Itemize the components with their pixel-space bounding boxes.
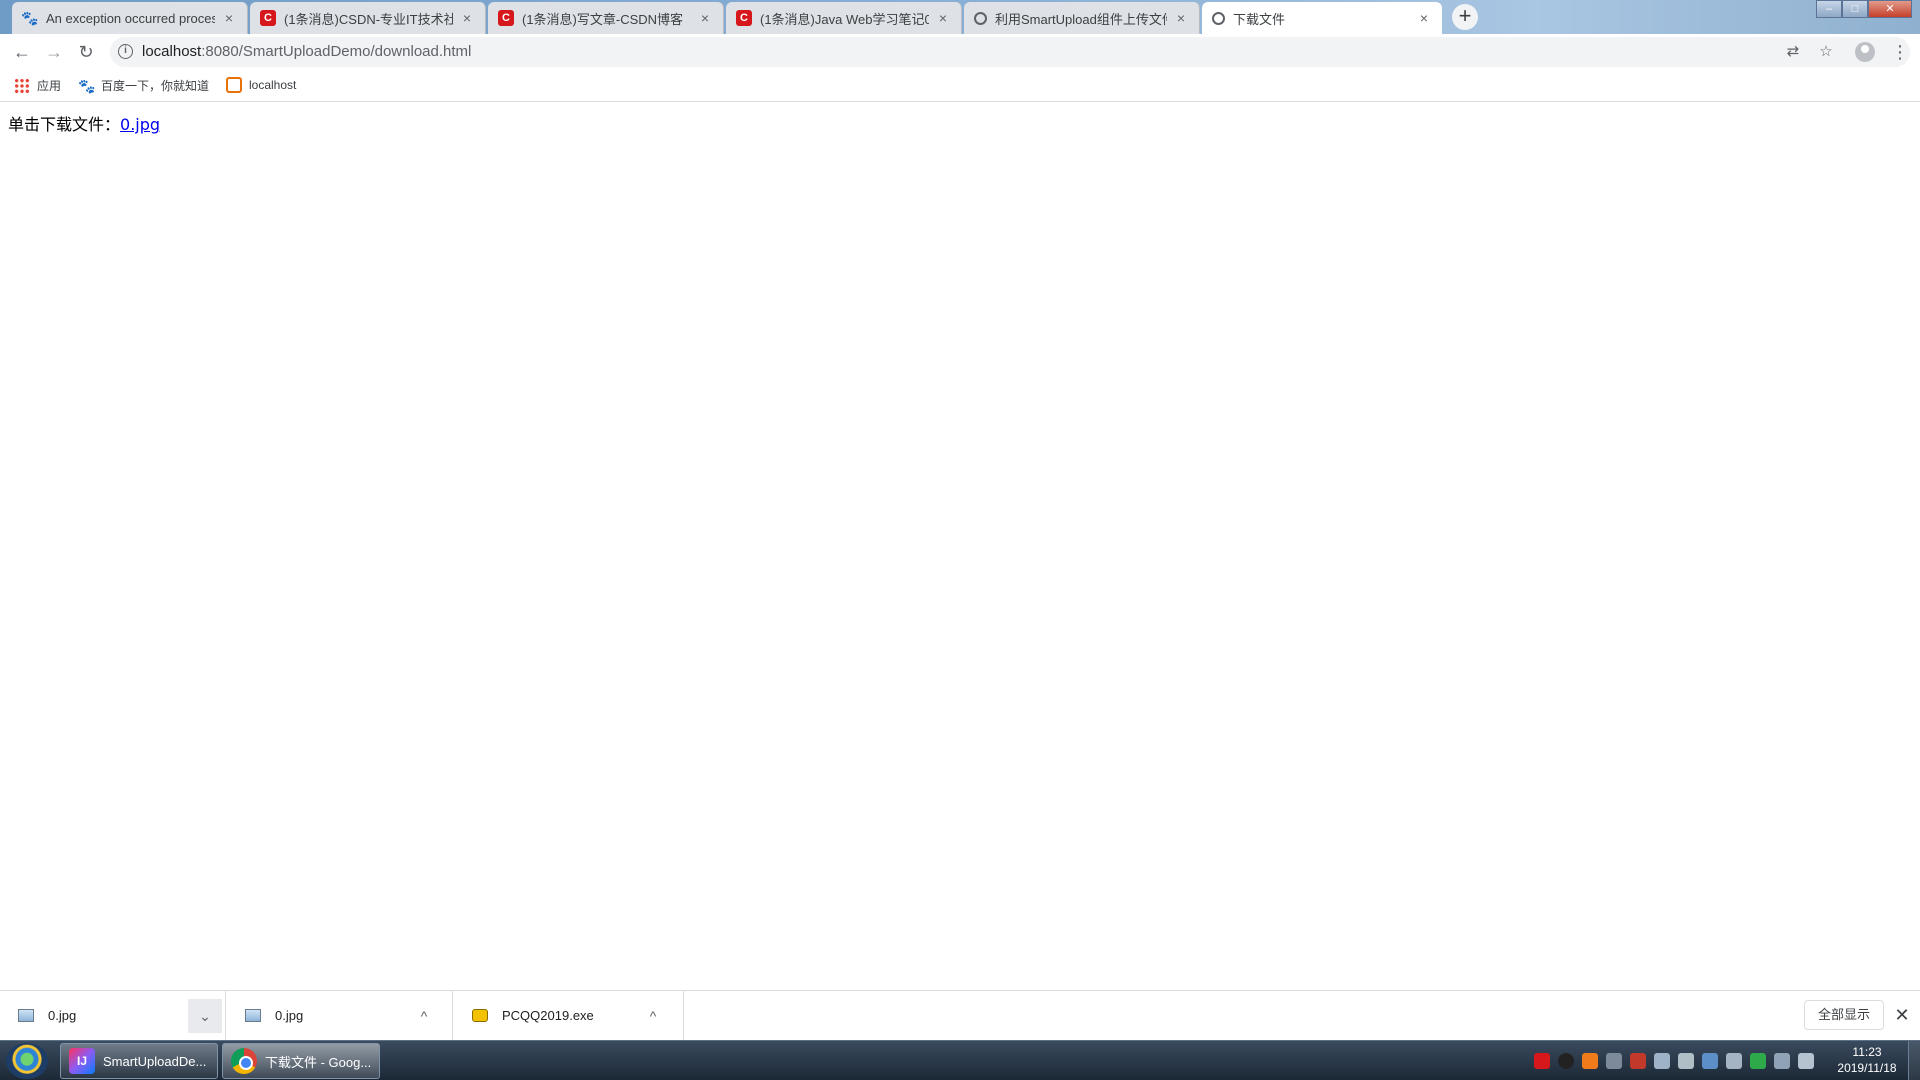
close-icon[interactable]: ×: [1173, 10, 1189, 26]
clock-date: 2019/11/18: [1837, 1061, 1897, 1075]
image-file-icon: [245, 1009, 261, 1022]
bookmark-baidu[interactable]: 🐾 百度一下，你就知道: [78, 77, 209, 94]
network-icon[interactable]: [1774, 1053, 1790, 1069]
tab-title: (1条消息)CSDN-专业IT技术社区: [284, 11, 453, 27]
close-icon[interactable]: ×: [459, 10, 475, 26]
tab-csdn-home[interactable]: C (1条消息)CSDN-专业IT技术社区 ×: [250, 2, 486, 34]
intellij-icon: IJ: [69, 1048, 95, 1074]
qq-tray-icon[interactable]: [1558, 1053, 1574, 1069]
globe-icon: [974, 11, 987, 25]
chevron-up-icon[interactable]: ^: [407, 999, 441, 1033]
show-all-button[interactable]: 全部显示: [1804, 1000, 1884, 1030]
security-tray-icon[interactable]: [1630, 1053, 1646, 1069]
clock-time: 11:23: [1852, 1045, 1882, 1059]
download-shelf: 0.jpg ⌄ 0.jpg ^ PCQQ2019.exe ^ 全部显示 ✕: [0, 990, 1920, 1041]
bookmark-label: localhost: [249, 78, 297, 92]
start-button[interactable]: [6, 1043, 48, 1079]
csdn-icon: C: [498, 10, 514, 26]
download-name: 0.jpg: [275, 1008, 304, 1023]
taskbar-label: SmartUploadDe...: [103, 1053, 207, 1069]
download-link[interactable]: 0.jpg: [120, 115, 160, 134]
profile-avatar-icon[interactable]: [1855, 42, 1875, 62]
forward-button[interactable]: →: [40, 38, 68, 66]
image-file-icon: [18, 1009, 34, 1022]
minimize-button[interactable]: –: [1816, 0, 1842, 18]
chrome-icon: [231, 1048, 257, 1074]
keyboard-tray-icon[interactable]: [1726, 1053, 1742, 1069]
tab-strip: 🐾 An exception occurred proces × C (1条消息…: [0, 0, 1920, 34]
taskbar: IJ SmartUploadDe... 下载文件 - Goog... 11:23…: [0, 1040, 1920, 1080]
tab-title: 下载文件: [1233, 11, 1286, 27]
bookmark-star-icon[interactable]: ☆: [1816, 42, 1836, 62]
tab-title: (1条消息)写文章-CSDN博客: [522, 11, 684, 27]
download-item[interactable]: 0.jpg ^: [227, 991, 453, 1041]
clock[interactable]: 11:23 2019/11/18: [1828, 1044, 1906, 1076]
csdn-icon: C: [736, 10, 752, 26]
bookmark-label: 百度一下，你就知道: [101, 79, 210, 93]
download-item[interactable]: 0.jpg ⌄: [0, 991, 226, 1041]
taskbar-label: 下载文件 - Goog...: [265, 1054, 372, 1070]
apps-grid-icon: [14, 77, 30, 94]
monitor-tray-icon[interactable]: [1606, 1053, 1622, 1069]
localhost-icon: [226, 77, 242, 93]
url-path: :8080/SmartUploadDemo/download.html: [201, 43, 472, 60]
close-icon[interactable]: ×: [1416, 10, 1432, 26]
tab-java-notes[interactable]: C (1条消息)Java Web学习笔记09 ×: [726, 2, 962, 34]
tab-title: (1条消息)Java Web学习笔记09: [760, 11, 929, 27]
close-icon[interactable]: ×: [221, 10, 237, 26]
bookmark-apps[interactable]: 应用: [14, 77, 61, 94]
show-desktop-button[interactable]: [1908, 1041, 1920, 1080]
chevron-up-icon[interactable]: ^: [636, 999, 670, 1033]
download-name: 0.jpg: [48, 1008, 77, 1023]
browser-toolbar: ← → ↻ i localhost:8080/SmartUploadDemo/d…: [0, 34, 1920, 70]
tab-download-active[interactable]: 下载文件 ×: [1202, 2, 1442, 34]
volume-icon[interactable]: [1798, 1053, 1814, 1069]
app-tray-icon[interactable]: [1582, 1053, 1598, 1069]
tool-tray-icon[interactable]: [1654, 1053, 1670, 1069]
close-icon[interactable]: ×: [935, 10, 951, 26]
device-tray-icon[interactable]: [1678, 1053, 1694, 1069]
bookmark-localhost[interactable]: localhost: [226, 77, 296, 93]
back-button[interactable]: ←: [8, 38, 36, 66]
address-bar[interactable]: i localhost:8080/SmartUploadDemo/downloa…: [110, 37, 1910, 67]
chevron-down-icon[interactable]: ⌄: [188, 999, 222, 1033]
tab-exception[interactable]: 🐾 An exception occurred proces ×: [12, 2, 248, 34]
url-host: localhost: [142, 43, 202, 60]
taskbar-item-chrome[interactable]: 下载文件 - Goog...: [222, 1043, 380, 1079]
window-close-button[interactable]: ✕: [1868, 0, 1912, 18]
tab-smartupload[interactable]: 利用SmartUpload组件上传文件 ×: [964, 2, 1200, 34]
page-content: 单击下载文件：0.jpg: [0, 103, 1920, 990]
translate-icon[interactable]: ⇄: [1783, 42, 1803, 62]
tab-csdn-write[interactable]: C (1条消息)写文章-CSDN博客 ×: [488, 2, 724, 34]
sogou-ime-icon[interactable]: [1534, 1053, 1550, 1069]
baidu-paw-icon: 🐾: [78, 77, 96, 94]
antivirus-shield-icon[interactable]: [1750, 1053, 1766, 1069]
new-tab-button[interactable]: +: [1452, 4, 1478, 30]
site-info-icon[interactable]: i: [118, 44, 133, 59]
taskbar-item-intellij[interactable]: IJ SmartUploadDe...: [60, 1043, 218, 1079]
tab-title: An exception occurred proces: [46, 10, 215, 26]
download-name: PCQQ2019.exe: [502, 1008, 594, 1023]
download-item[interactable]: PCQQ2019.exe ^: [454, 991, 684, 1041]
shield-icon[interactable]: [1702, 1053, 1718, 1069]
csdn-icon: C: [260, 10, 276, 26]
download-prompt: 单击下载文件：: [8, 115, 121, 134]
maximize-button[interactable]: □: [1842, 0, 1868, 18]
baidu-paw-icon: 🐾: [21, 9, 39, 26]
menu-icon[interactable]: ⋮: [1890, 38, 1910, 66]
reload-button[interactable]: ↻: [72, 38, 100, 66]
system-tray: [1530, 1051, 1818, 1071]
close-shelf-icon[interactable]: ✕: [1890, 1003, 1914, 1027]
tab-title: 利用SmartUpload组件上传文件: [995, 11, 1167, 27]
bookmark-label: 应用: [37, 79, 62, 93]
download-line: 单击下载文件：0.jpg: [8, 111, 160, 135]
globe-icon: [1212, 11, 1225, 25]
bookmarks-bar: 应用 🐾 百度一下，你就知道 localhost: [0, 70, 1920, 102]
url-text[interactable]: localhost:8080/SmartUploadDemo/download.…: [142, 43, 471, 60]
close-icon[interactable]: ×: [697, 10, 713, 26]
qq-installer-icon: [472, 1009, 488, 1022]
